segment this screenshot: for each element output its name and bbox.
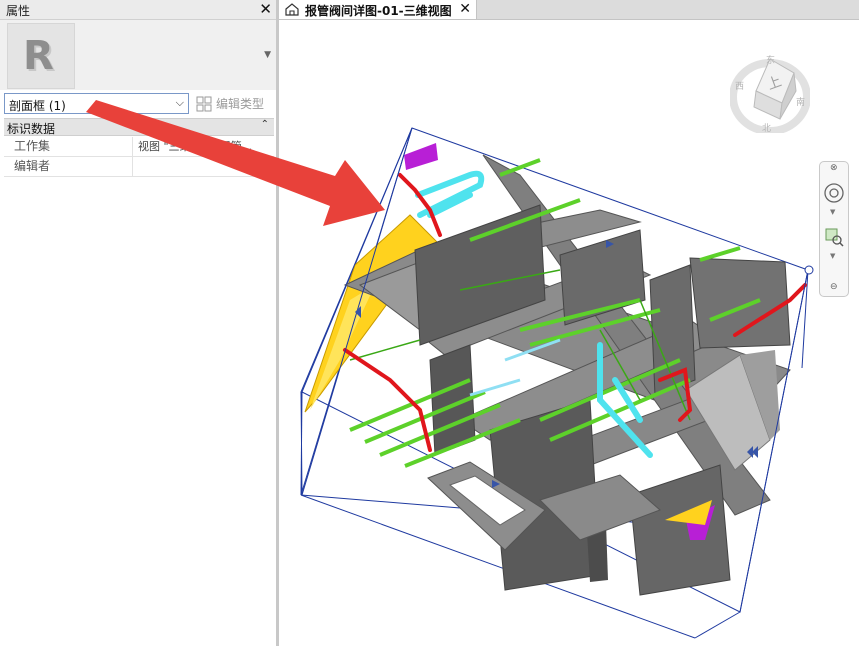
zoom-region-icon[interactable] (823, 226, 845, 248)
viewcube[interactable]: 上 东 南 西 北 (729, 53, 811, 135)
view-tab-bar: 报管阀间详图-01-三维视图 ✕ (279, 0, 859, 20)
tab-3d-view[interactable]: 报管阀间详图-01-三维视图 ✕ (279, 0, 477, 19)
selector-value: 剖面框 (1) (9, 99, 66, 113)
edit-type-button[interactable]: 编辑类型 (196, 93, 264, 114)
steering-wheel-dropdown-icon[interactable]: ▼ (830, 208, 835, 216)
zoom-dropdown-icon[interactable]: ▼ (830, 252, 835, 260)
viewcube-graphic[interactable]: 上 东 南 西 北 (729, 53, 811, 135)
property-name: 工作集 (4, 137, 133, 156)
properties-close-icon[interactable]: ✕ (259, 0, 272, 18)
property-value[interactable] (135, 157, 272, 176)
compass-west[interactable]: 西 (735, 81, 744, 92)
navbar-options-icon[interactable]: ⊖ (830, 282, 838, 292)
instance-filter-dropdown[interactable]: 剖面框 (1) ⌵ (4, 93, 189, 114)
compass-east[interactable]: 东 (766, 54, 775, 66)
compass-south[interactable]: 南 (796, 96, 805, 108)
3d-view-house-icon (285, 3, 299, 16)
property-value[interactable]: 视图 "三维视图: 报管... (135, 137, 272, 156)
compass-north[interactable]: 北 (762, 123, 771, 134)
svg-text:R: R (23, 33, 54, 79)
properties-panel: 属性 ✕ R R ▼ 剖面框 (1) ⌵ 编辑类型 标识数据 ⌃ 工作集 视图 … (0, 0, 276, 646)
edit-type-icon (196, 96, 212, 111)
revit-logo-icon: R R (7, 23, 75, 89)
type-preview-area: R R ▼ (0, 20, 276, 90)
tab-label: 报管阀间详图-01-三维视图 (305, 4, 452, 18)
chevron-down-icon: ⌵ (175, 96, 184, 109)
type-dropdown-icon[interactable]: ▼ (264, 50, 271, 60)
property-row-workset[interactable]: 工作集 视图 "三维视图: 报管... (4, 137, 274, 157)
3d-viewport[interactable]: 上 东 南 西 北 ⊗ ▼ ▼ ⊖ (279, 20, 859, 646)
tab-close-icon[interactable]: ✕ (459, 0, 471, 18)
property-row-editor[interactable]: 编辑者 (4, 157, 274, 177)
edit-type-label: 编辑类型 (216, 97, 265, 111)
navbar-close-icon[interactable]: ⊗ (830, 163, 838, 173)
navigation-bar: ⊗ ▼ ▼ ⊖ (819, 161, 849, 297)
group-label: 标识数据 (7, 122, 56, 136)
panel-title: 属性 (6, 4, 31, 18)
group-identity-data[interactable]: 标识数据 ⌃ (4, 118, 274, 136)
steering-wheel-icon[interactable] (823, 182, 845, 204)
properties-header: 属性 ✕ (0, 0, 276, 20)
property-name: 编辑者 (4, 157, 133, 176)
collapse-icon[interactable]: ⌃ (261, 119, 269, 130)
